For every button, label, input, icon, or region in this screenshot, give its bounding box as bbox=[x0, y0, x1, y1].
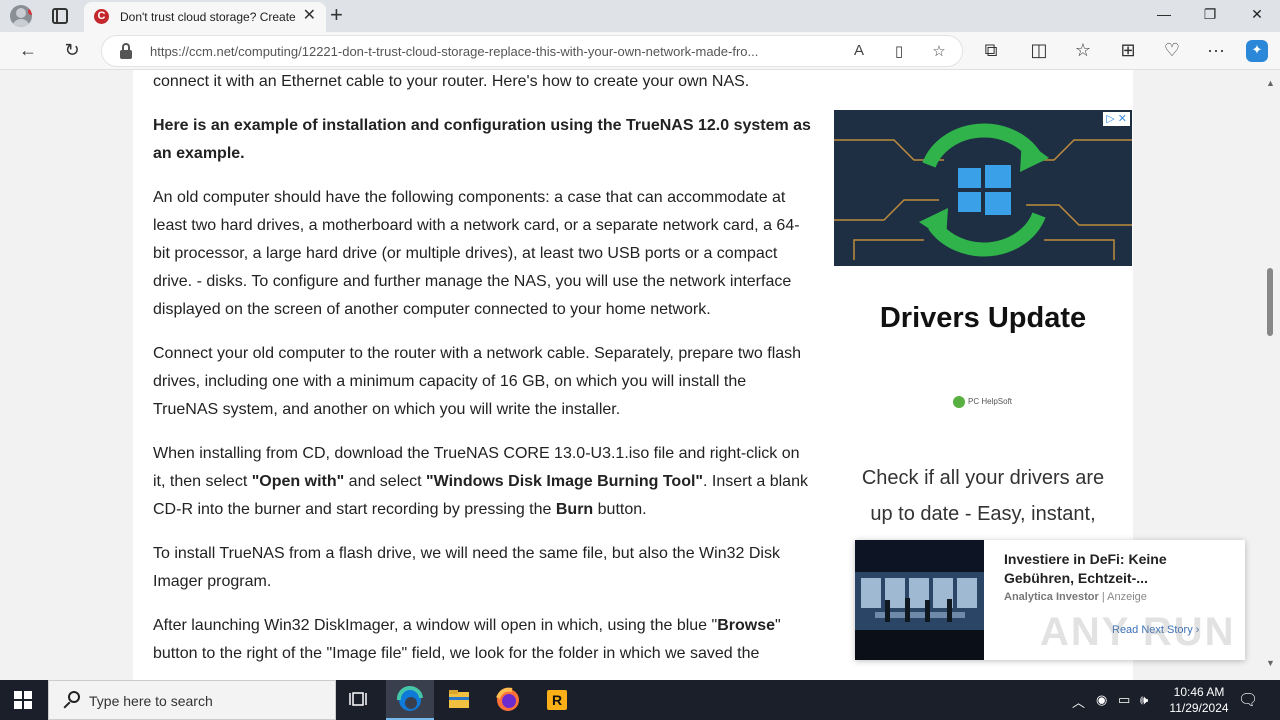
story-source: Analytica Investor | Anzeige bbox=[1004, 591, 1147, 603]
address-bar[interactable]: https://ccm.net/computing/12221-don-t-tr… bbox=[101, 35, 963, 67]
article-paragraph-bold: Here is an example of installation and c… bbox=[153, 112, 813, 168]
scroll-down-icon[interactable]: ▼ bbox=[1266, 658, 1275, 668]
ad-text[interactable]: Check if all your drivers are up to date… bbox=[853, 460, 1113, 532]
favorites-icon[interactable]: ☆ bbox=[1071, 40, 1095, 60]
bold-text: "Open with" bbox=[251, 473, 345, 490]
article-body: connect it with an Ethernet cable to you… bbox=[133, 70, 833, 680]
volume-icon[interactable]: 🕪 bbox=[1140, 692, 1148, 708]
settings-more-icon[interactable]: ··· bbox=[1204, 40, 1228, 60]
close-window-icon[interactable]: ✕ bbox=[1234, 6, 1280, 23]
rockstar-launcher-icon[interactable]: R bbox=[533, 680, 581, 720]
tray-chevron-up-icon[interactable]: ︿ bbox=[1072, 692, 1085, 711]
text-run: After launching Win32 DiskImager, a wind… bbox=[153, 617, 718, 634]
task-view-icon[interactable] bbox=[336, 680, 384, 720]
tab-actions-icon[interactable] bbox=[52, 8, 68, 24]
ad-image[interactable]: ▷ ✕ bbox=[834, 110, 1132, 266]
svg-text:R: R bbox=[552, 692, 562, 708]
network-icon[interactable]: ▭ bbox=[1118, 692, 1130, 708]
article-paragraph: After launching Win32 DiskImager, a wind… bbox=[153, 612, 813, 668]
story-thumbnail[interactable] bbox=[855, 540, 984, 660]
new-tab-icon[interactable]: + bbox=[330, 3, 343, 27]
story-headline[interactable]: Investiere in DeFi: Keine Gebühren, Echt… bbox=[1004, 550, 1229, 588]
browser-toolbar: ← ↻ https://ccm.net/computing/12221-don-… bbox=[0, 32, 1280, 70]
meet-now-icon[interactable]: ◉ bbox=[1096, 692, 1107, 708]
copilot-icon[interactable]: ✦ bbox=[1246, 40, 1268, 62]
favorite-star-icon[interactable]: ☆ bbox=[928, 42, 950, 60]
tab-strip: C Don't trust cloud storage? Create ✕ + … bbox=[0, 0, 1280, 32]
search-placeholder: Type here to search bbox=[89, 693, 213, 709]
url-text[interactable]: https://ccm.net/computing/12221-don-t-tr… bbox=[150, 44, 830, 59]
clock-date: 11/29/2024 bbox=[1169, 701, 1229, 715]
refresh-icon[interactable]: ↻ bbox=[60, 40, 84, 60]
article-paragraph: When installing from CD, download the Tr… bbox=[153, 440, 813, 524]
search-icon bbox=[62, 690, 82, 710]
firefox-icon[interactable] bbox=[484, 680, 532, 720]
windows-start-icon[interactable] bbox=[14, 691, 32, 709]
read-aloud-icon[interactable]: A bbox=[848, 42, 870, 59]
taskbar-search[interactable]: Type here to search bbox=[48, 680, 336, 720]
split-screen-icon[interactable]: ◫ bbox=[1027, 40, 1051, 60]
text-run: and select bbox=[344, 473, 427, 490]
taskbar: Type here to search R ︿ ◉ ▭ 🕪 10:46 AM 1… bbox=[0, 680, 1280, 720]
pc-helpsoft-logo-icon bbox=[953, 396, 965, 408]
text-run: button. bbox=[593, 501, 647, 518]
article-paragraph: An old computer should have the followin… bbox=[153, 189, 800, 318]
scroll-thumb[interactable] bbox=[1267, 268, 1273, 336]
circuit-refresh-icon bbox=[834, 110, 1132, 266]
ad-brand: PC HelpSoft bbox=[953, 396, 1012, 408]
file-explorer-icon[interactable] bbox=[435, 680, 483, 720]
tab-title: Don't trust cloud storage? Create bbox=[120, 10, 296, 24]
restore-icon[interactable]: ❐ bbox=[1187, 6, 1233, 23]
ccm-favicon-icon: C bbox=[94, 9, 109, 24]
lock-icon[interactable] bbox=[120, 43, 132, 59]
page-scrollbar[interactable]: ▲ ▼ bbox=[1262, 70, 1280, 680]
office-scene-image bbox=[855, 540, 984, 660]
article-paragraph: Connect your old computer to the router … bbox=[153, 345, 802, 418]
article-paragraph: To install TrueNAS from a flash drive, w… bbox=[153, 545, 780, 590]
edge-taskbar-icon[interactable] bbox=[386, 680, 434, 720]
ad-tag: Anzeige bbox=[1107, 591, 1147, 603]
bold-text: "Windows Disk Image Burning Tool" bbox=[426, 473, 704, 490]
immersive-reader-icon[interactable]: ▯ bbox=[888, 42, 910, 60]
anyrun-watermark: ANY RUN bbox=[1040, 610, 1236, 654]
taskbar-clock[interactable]: 10:46 AM 11/29/2024 bbox=[1160, 684, 1238, 716]
browser-tab[interactable]: C Don't trust cloud storage? Create ✕ bbox=[84, 2, 326, 32]
bold-text: Burn bbox=[555, 501, 594, 518]
ad-choices-icon[interactable]: ▷ ✕ bbox=[1103, 112, 1130, 126]
browser-essentials-icon[interactable]: ♡ bbox=[1160, 40, 1184, 60]
back-icon[interactable]: ← bbox=[16, 40, 40, 60]
article-paragraph: connect it with an Ethernet cable to you… bbox=[153, 73, 750, 90]
minimize-icon[interactable]: — bbox=[1141, 6, 1187, 22]
notifications-icon[interactable]: 🗨 bbox=[1238, 690, 1258, 710]
bold-text: Here is an example of installation and c… bbox=[153, 117, 811, 162]
source-name: Analytica Investor bbox=[1004, 591, 1099, 603]
ad-title[interactable]: Drivers Update bbox=[833, 302, 1133, 335]
clock-time: 10:46 AM bbox=[1173, 685, 1225, 699]
profile-avatar-icon[interactable] bbox=[10, 5, 32, 27]
collections-icon[interactable]: ⊞ bbox=[1116, 40, 1140, 60]
brand-text: PC HelpSoft bbox=[968, 397, 1013, 407]
close-tab-icon[interactable]: ✕ bbox=[303, 8, 316, 24]
bold-text: Browse bbox=[717, 617, 775, 634]
extensions-icon[interactable]: ⧉ bbox=[979, 40, 1003, 60]
scroll-up-icon[interactable]: ▲ bbox=[1266, 78, 1275, 88]
